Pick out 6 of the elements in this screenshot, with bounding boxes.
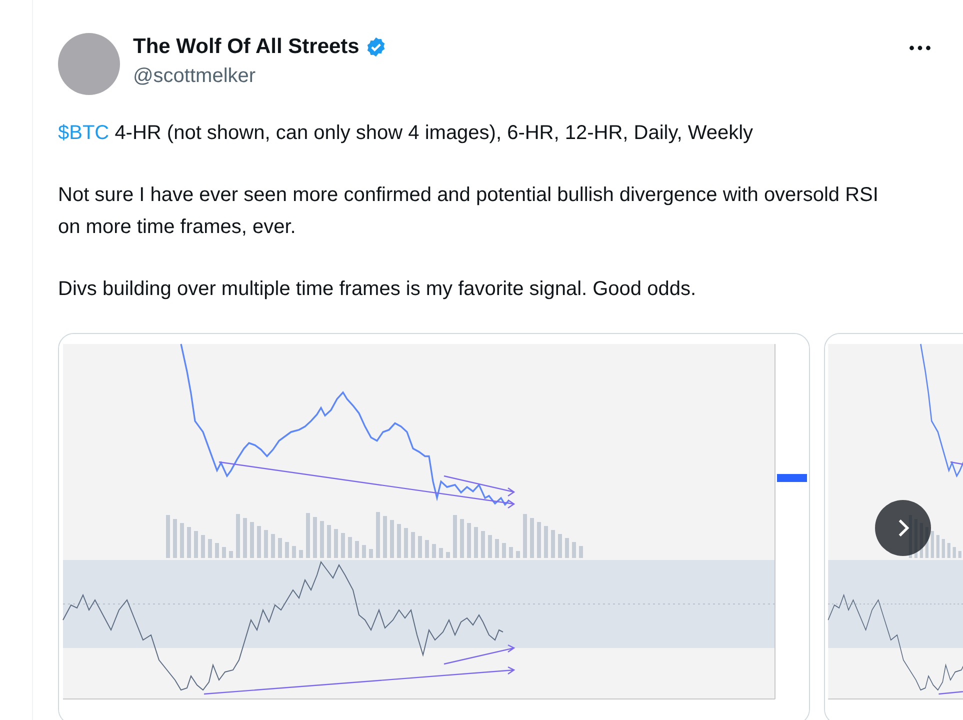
author-name[interactable]: The Wolf Of All Streets — [133, 35, 360, 59]
tweet-text: Divs building over multiple time frames is my favorite signal. Good odds. — [58, 278, 696, 300]
author-handle[interactable]: @scottmelker — [133, 65, 388, 88]
tweet-text: 4-HR (not shown, can only show 4 images), 6-HR, 12-HR, Daily, Weekly — [114, 122, 754, 144]
tweet-text: Not sure I have ever seen more confirmed and potential bullish divergence with oversold RSI on more time frames, ever. — [58, 184, 878, 238]
more-options-icon[interactable] — [909, 45, 931, 51]
